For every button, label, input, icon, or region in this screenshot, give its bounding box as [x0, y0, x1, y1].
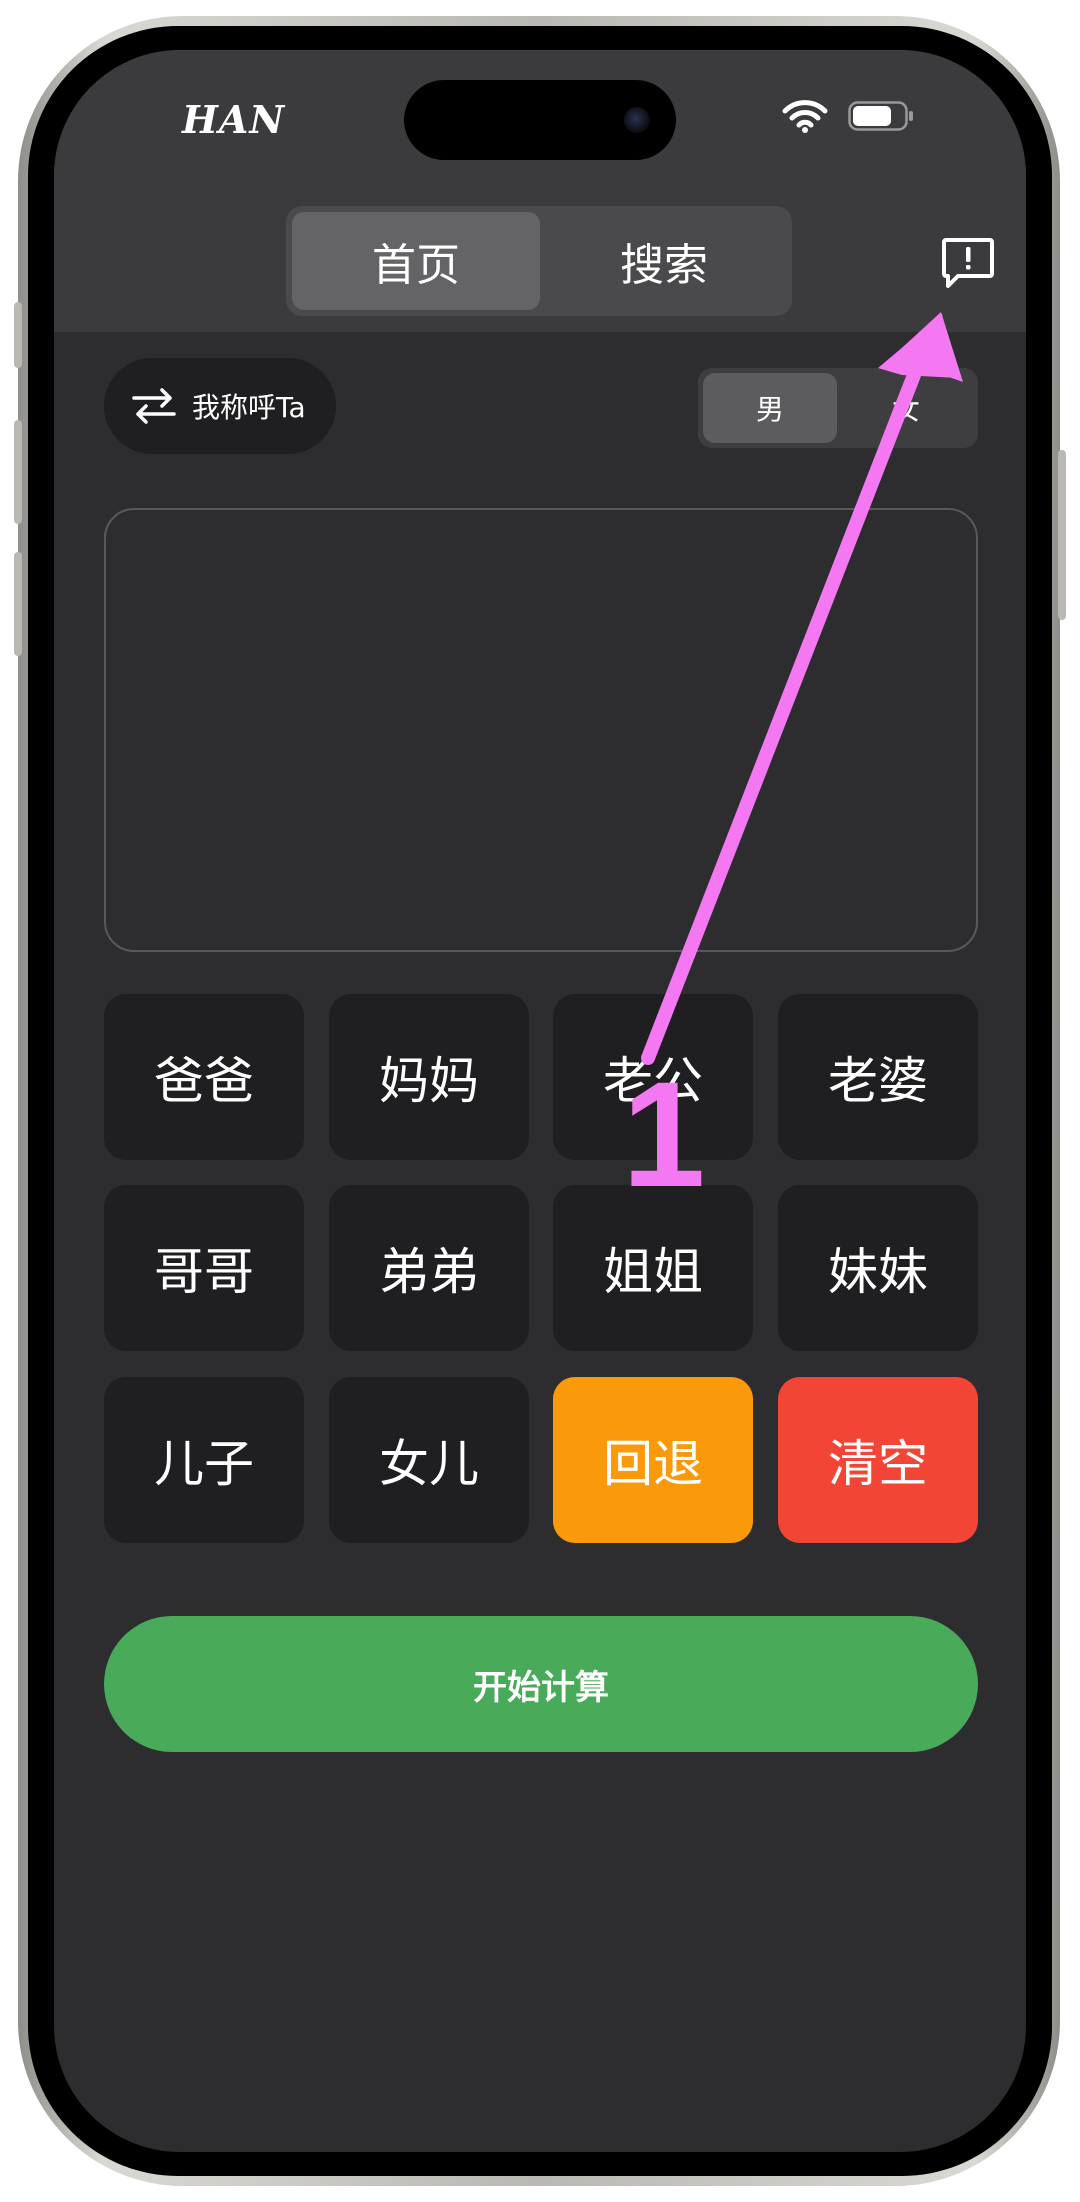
- volume-down-button: [14, 552, 22, 656]
- gender-male-option[interactable]: 男: [703, 373, 837, 443]
- key-mom[interactable]: 妈妈: [329, 994, 529, 1160]
- key-dad[interactable]: 爸爸: [104, 994, 304, 1160]
- swap-label: 我称呼Ta: [192, 391, 306, 424]
- tab-home[interactable]: 首页: [292, 212, 540, 310]
- volume-up-button: [14, 420, 22, 524]
- swap-direction-button[interactable]: 我称呼Ta: [104, 358, 336, 454]
- main-tabs: 首页 搜索: [286, 206, 792, 316]
- gender-toggle: 男 女: [698, 368, 978, 448]
- action-button: [14, 302, 22, 368]
- swap-arrows-icon: [132, 388, 176, 424]
- key-older-sister[interactable]: 姐姐: [553, 1185, 753, 1351]
- power-button: [1058, 450, 1066, 620]
- battery-icon: [848, 101, 913, 131]
- message-alert-icon[interactable]: [940, 236, 996, 292]
- key-daughter[interactable]: 女儿: [329, 1377, 529, 1543]
- header: HAN 首页 搜索: [54, 50, 1026, 332]
- key-husband[interactable]: 老公: [553, 994, 753, 1160]
- wifi-icon: [782, 100, 828, 133]
- dynamic-island: [404, 80, 676, 160]
- gender-female-option[interactable]: 女: [839, 373, 973, 443]
- clear-button[interactable]: 清空: [778, 1377, 978, 1543]
- backspace-button[interactable]: 回退: [553, 1377, 753, 1543]
- key-younger-brother[interactable]: 弟弟: [329, 1185, 529, 1351]
- app-screen: HAN 首页 搜索 我称呼Ta 男 女 爸爸 妈妈 老公 老婆 哥哥 弟弟 姐姐…: [54, 50, 1026, 2152]
- tab-search[interactable]: 搜索: [540, 212, 788, 310]
- key-wife[interactable]: 老婆: [778, 994, 978, 1160]
- key-son[interactable]: 儿子: [104, 1377, 304, 1543]
- front-camera: [624, 107, 650, 133]
- key-younger-sister[interactable]: 妹妹: [778, 1185, 978, 1351]
- result-display: [104, 508, 978, 952]
- carrier-label: HAN: [182, 97, 286, 142]
- key-older-brother[interactable]: 哥哥: [104, 1185, 304, 1351]
- calculate-button[interactable]: 开始计算: [104, 1616, 978, 1752]
